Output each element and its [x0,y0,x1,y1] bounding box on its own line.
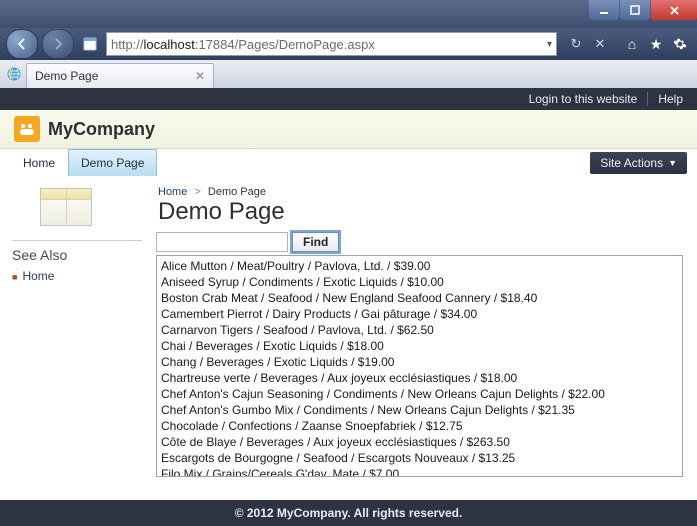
forward-button[interactable] [42,29,74,59]
tab-favicon [6,66,22,82]
url-dropdown-icon[interactable]: ▾ [547,39,552,50]
back-button[interactable] [6,29,38,59]
find-row: Find [156,232,683,252]
page-footer: © 2012 MyCompany. All rights reserved. [0,500,697,526]
list-item[interactable]: Côte de Blaye / Beverages / Aux joyeux e… [161,434,678,450]
find-button[interactable]: Find [292,232,339,252]
page-thumbnail-icon [40,188,92,226]
tab-title: Demo Page [35,69,98,83]
page-title: Demo Page [158,198,683,226]
see-also-item-label: Home [22,269,54,283]
window-close-button[interactable] [651,0,697,20]
brand-logo-icon [14,116,40,142]
brand-bar: MyCompany [0,110,697,149]
url-host: localhost [144,37,195,52]
help-link[interactable]: Help [658,92,683,106]
menu-demo-page[interactable]: Demo Page [68,149,157,177]
main-content: Home > Demo Page Demo Page Find Alice Mu… [150,176,697,500]
see-also-heading: See Also [12,247,142,263]
menu-bar: Home Demo Page Site Actions ▼ [0,149,697,178]
browser-navbar: http://localhost:17884/Pages/DemoPage.as… [0,28,697,60]
address-bar[interactable]: http://localhost:17884/Pages/DemoPage.as… [106,32,557,56]
url-scheme: http:// [111,37,144,52]
menu-home[interactable]: Home [10,149,68,177]
browser-tab[interactable]: Demo Page ✕ [26,63,214,88]
product-listbox[interactable]: Alice Mutton / Meat/Poultry / Pavlova, L… [156,255,683,477]
brand-title: MyCompany [48,119,155,140]
banner-divider [647,92,648,106]
bullet-icon: ■ [12,272,17,282]
list-item[interactable]: Filo Mix / Grains/Cereals G'day, Mate / … [161,466,678,477]
breadcrumb-separator: > [194,186,200,198]
window-titlebar [0,0,697,28]
list-item[interactable]: Chang / Beverages / Exotic Liquids / $19… [161,354,678,370]
footer-text: © 2012 MyCompany. All rights reserved. [235,506,463,520]
window-minimize-button[interactable] [589,0,619,20]
find-input[interactable] [156,232,288,252]
favorites-icon[interactable]: ★ [645,33,667,55]
site-actions-label: Site Actions [600,156,663,170]
window-maximize-button[interactable] [620,0,650,20]
list-item[interactable]: Escargots de Bourgogne / Seafood / Escar… [161,450,678,466]
browser-tabstrip: Demo Page ✕ [0,60,697,89]
breadcrumb-current: Demo Page [208,186,266,198]
chevron-down-icon: ▼ [668,158,677,168]
site-actions-button[interactable]: Site Actions ▼ [590,152,687,174]
list-item[interactable]: Aniseed Syrup / Condiments / Exotic Liqu… [161,274,678,290]
left-sidebar: See Also ■ Home [0,176,150,500]
tab-close-icon[interactable]: ✕ [195,69,205,83]
see-also-item-home[interactable]: ■ Home [12,269,142,283]
list-item[interactable]: Chef Anton's Gumbo Mix / Condiments / Ne… [161,402,678,418]
list-item[interactable]: Chartreuse verte / Beverages / Aux joyeu… [161,370,678,386]
breadcrumb: Home > Demo Page [158,186,683,198]
login-link[interactable]: Login to this website [529,92,638,106]
list-item[interactable]: Alice Mutton / Meat/Poultry / Pavlova, L… [161,258,678,274]
list-item[interactable]: Chai / Beverages / Exotic Liquids / $18.… [161,338,678,354]
page-viewport: Login to this website Help MyCompany Hom… [0,88,697,526]
refresh-icon[interactable]: ↻ [565,33,587,55]
list-item[interactable]: Chocolade / Confections / Zaanse Snoepfa… [161,418,678,434]
list-item[interactable]: Chef Anton's Cajun Seasoning / Condiment… [161,386,678,402]
home-icon[interactable]: ⌂ [621,33,643,55]
tools-icon[interactable] [669,33,691,55]
stop-icon[interactable]: ✕ [589,33,611,55]
breadcrumb-home[interactable]: Home [158,186,187,198]
list-item[interactable]: Camembert Pierrot / Dairy Products / Gai… [161,306,678,322]
page-icon [82,36,98,52]
top-banner: Login to this website Help [0,88,697,110]
sidebar-divider [12,240,142,241]
list-item[interactable]: Carnarvon Tigers / Seafood / Pavlova, Lt… [161,322,678,338]
url-path: :17884/Pages/DemoPage.aspx [195,37,375,52]
list-item[interactable]: Boston Crab Meat / Seafood / New England… [161,290,678,306]
